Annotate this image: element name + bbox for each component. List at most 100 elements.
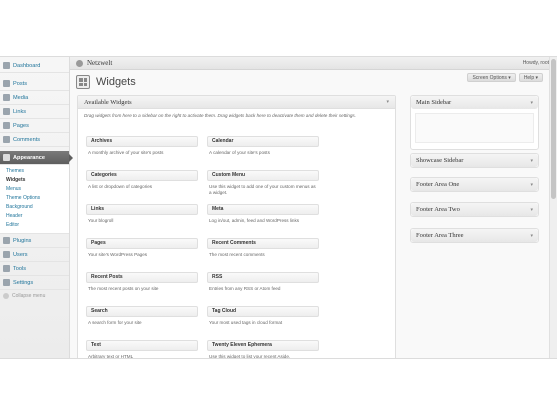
sidebar-header[interactable]: Footer Area One ▾ — [411, 178, 538, 191]
collapse-icon — [3, 293, 9, 299]
site-name: Netzwelt — [87, 59, 113, 67]
menu-item-plugins[interactable]: Plugins — [0, 234, 69, 248]
menu-item-links[interactable]: Links — [0, 105, 69, 119]
sidebar-title: Footer Area Three — [416, 232, 464, 239]
sidebar-title: Footer Area One — [416, 181, 460, 188]
appearance-icon — [3, 154, 10, 161]
wp-admin-window: Dashboard Posts Media Links Pages Commen… — [0, 56, 557, 359]
comment-icon — [3, 136, 10, 143]
submenu-theme-options[interactable]: Theme Options — [0, 194, 69, 203]
sidebar-footer-one: Footer Area One ▾ — [410, 177, 539, 192]
widget-item: RSS Entries from any RSS or Atom feed — [207, 272, 319, 292]
menu-item-settings[interactable]: Settings — [0, 276, 69, 290]
collapse-arrow-icon[interactable]: ▾ — [530, 100, 533, 106]
menu-item-media[interactable]: Media — [0, 91, 69, 105]
widget-draggable[interactable]: Recent Posts — [86, 272, 198, 283]
expand-arrow-icon[interactable]: ▾ — [530, 182, 533, 188]
widget-draggable[interactable]: Search — [86, 306, 198, 317]
sidebar-footer-two: Footer Area Two ▾ — [410, 202, 539, 217]
widget-draggable[interactable]: Text — [86, 340, 198, 351]
scrollbar[interactable] — [549, 57, 557, 358]
menu-label: Settings — [13, 279, 34, 286]
widget-item: Twenty Eleven Ephemera Use this widget to… — [207, 340, 319, 359]
plugin-icon — [3, 237, 10, 244]
page-title: Widgets — [96, 76, 136, 88]
widget-item: Recent Comments The most recent comments — [207, 238, 319, 258]
available-widgets-header[interactable]: Available Widgets ▾ — [78, 96, 395, 109]
sidebar-header[interactable]: Main Sidebar ▾ — [411, 96, 538, 109]
menu-item-pages[interactable]: Pages — [0, 119, 69, 133]
widget-item: Calendar A calendar of your site's posts — [207, 136, 319, 156]
submenu-editor[interactable]: Editor — [0, 221, 69, 230]
widget-description: Your site's WordPress Pages — [88, 252, 148, 257]
widget-description: A list or dropdown of categories — [88, 184, 153, 189]
sidebar-header[interactable]: Footer Area Three ▾ — [411, 229, 538, 242]
widget-item: Search A search form for your site — [86, 306, 198, 326]
scrollbar-thumb[interactable] — [551, 59, 556, 199]
widget-draggable[interactable]: Custom Menu — [207, 170, 319, 181]
widget-draggable[interactable]: Categories — [86, 170, 198, 181]
widget-draggable[interactable]: Pages — [86, 238, 198, 249]
widget-description: Your blogroll — [88, 218, 114, 223]
menu-item-tools[interactable]: Tools — [0, 262, 69, 276]
users-icon — [3, 251, 10, 258]
widget-description: Use this widget to list your recent Asid… — [209, 354, 291, 359]
howdy-user-menu[interactable]: Howdy, root — [523, 60, 549, 66]
expand-arrow-icon[interactable]: ▾ — [530, 207, 533, 213]
submenu-widgets[interactable]: Widgets — [0, 176, 69, 185]
widget-description: A search form for your site — [88, 320, 142, 325]
home-icon — [76, 59, 83, 67]
expand-arrow-icon[interactable]: ▾ — [530, 158, 533, 164]
screen-options-button[interactable]: Screen Options ▾ — [467, 73, 516, 82]
sidebar-main: Main Sidebar ▾ — [410, 95, 539, 150]
widget-item: Meta Log in/out, admin, feed and WordPres… — [207, 204, 319, 224]
menu-label: Dashboard — [13, 62, 41, 69]
available-widgets-panel: Available Widgets ▾ Drag widgets from he… — [77, 95, 396, 359]
submenu-background[interactable]: Background — [0, 203, 69, 212]
submenu-header[interactable]: Header — [0, 212, 69, 221]
sidebar-header[interactable]: Showcase Sidebar ▾ — [411, 154, 538, 167]
menu-label: Tools — [13, 265, 27, 272]
submenu-menus[interactable]: Menus — [0, 185, 69, 194]
widget-draggable[interactable]: Links — [86, 204, 198, 215]
help-button[interactable]: Help ▾ — [518, 73, 543, 82]
widget-draggable[interactable]: Calendar — [207, 136, 319, 147]
site-name-link[interactable]: Netzwelt — [76, 59, 112, 67]
widget-description: Arbitrary text or HTML — [88, 354, 134, 359]
expand-arrow-icon[interactable]: ▾ — [530, 233, 533, 239]
sidebar-header[interactable]: Footer Area Two ▾ — [411, 203, 538, 216]
widget-item: Custom Menu Use this widget to add one of… — [207, 170, 319, 196]
tools-icon — [3, 265, 10, 272]
widget-draggable[interactable]: Twenty Eleven Ephemera — [207, 340, 319, 351]
menu-label: Links — [13, 108, 27, 115]
widget-description: Use this widget to add one of your custo… — [209, 184, 316, 195]
widget-draggable[interactable]: Tag Cloud — [207, 306, 319, 317]
widget-description: Log in/out, admin, feed and WordPress li… — [209, 218, 300, 223]
menu-item-appearance[interactable]: Appearance — [0, 151, 73, 165]
widget-description: A monthly archive of your site's posts — [88, 150, 164, 155]
widget-item: Categories A list or dropdown of categori… — [86, 170, 198, 190]
widget-item: Archives A monthly archive of your site's… — [86, 136, 198, 156]
screen-meta-links: Screen Options ▾ Help ▾ — [467, 73, 543, 82]
menu-item-dashboard[interactable]: Dashboard — [0, 59, 69, 73]
widget-drop-area[interactable] — [415, 113, 534, 143]
menu-item-users[interactable]: Users — [0, 248, 69, 262]
widget-draggable[interactable]: Meta — [207, 204, 319, 215]
menu-label: Comments — [13, 136, 41, 143]
sidebar-showcase: Showcase Sidebar ▾ — [410, 153, 539, 168]
sidebar-footer-three: Footer Area Three ▾ — [410, 228, 539, 243]
collapse-label: Collapse menu — [12, 293, 46, 299]
submenu-themes[interactable]: Themes — [0, 167, 69, 176]
collapse-menu-button[interactable]: Collapse menu — [0, 290, 69, 302]
pin-icon — [3, 80, 10, 87]
available-widgets-description: Drag widgets from here to a sidebar on t… — [84, 113, 356, 118]
widget-draggable[interactable]: Archives — [86, 136, 198, 147]
menu-item-comments[interactable]: Comments — [0, 133, 69, 147]
menu-label: Pages — [13, 122, 29, 129]
collapse-arrow-icon[interactable]: ▾ — [386, 99, 389, 105]
widget-draggable[interactable]: RSS — [207, 272, 319, 283]
dashboard-icon — [3, 62, 10, 69]
widget-description: The most recent comments — [209, 252, 265, 257]
menu-item-posts[interactable]: Posts — [0, 77, 69, 91]
widget-draggable[interactable]: Recent Comments — [207, 238, 319, 249]
